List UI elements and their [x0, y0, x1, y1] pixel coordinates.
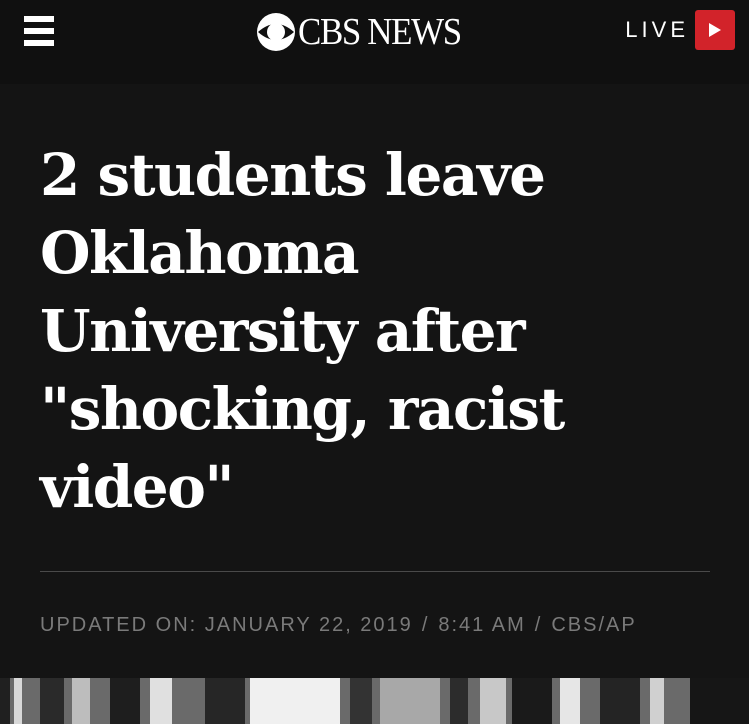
live-button[interactable]: LIVE	[625, 10, 735, 50]
cbs-news-logo[interactable]: CBS NEWS	[256, 12, 475, 52]
updated-label: UPDATED ON:	[40, 614, 198, 636]
hamburger-menu-icon[interactable]	[24, 14, 54, 48]
meta-separator: /	[534, 614, 543, 636]
updated-time: 8:41 AM	[438, 614, 526, 636]
article-meta: UPDATED ON: JANUARY 22, 2019 / 8:41 AM / CBS…	[40, 614, 637, 637]
hero-image[interactable]	[0, 678, 749, 724]
logo-wordmark: CBS NEWS	[298, 11, 462, 53]
headline-line: 2 students leave	[40, 141, 546, 209]
headline-line: video"	[40, 453, 235, 521]
headline-line: University after	[40, 297, 526, 365]
live-play-button[interactable]	[695, 10, 735, 50]
live-label: LIVE	[625, 17, 689, 42]
meta-separator: /	[421, 614, 430, 636]
headline-line: "shocking, racist	[40, 375, 565, 443]
headline-divider	[40, 571, 710, 572]
headline-line: Oklahoma	[40, 219, 360, 287]
updated-date: JANUARY 22, 2019	[204, 614, 413, 636]
play-icon	[709, 23, 721, 37]
article-headline: 2 students leave Oklahoma University aft…	[40, 136, 720, 526]
top-navigation-bar: CBS NEWS LIVE	[0, 0, 749, 84]
article-source: CBS/AP	[551, 614, 637, 636]
cbs-eye-icon	[257, 13, 295, 51]
